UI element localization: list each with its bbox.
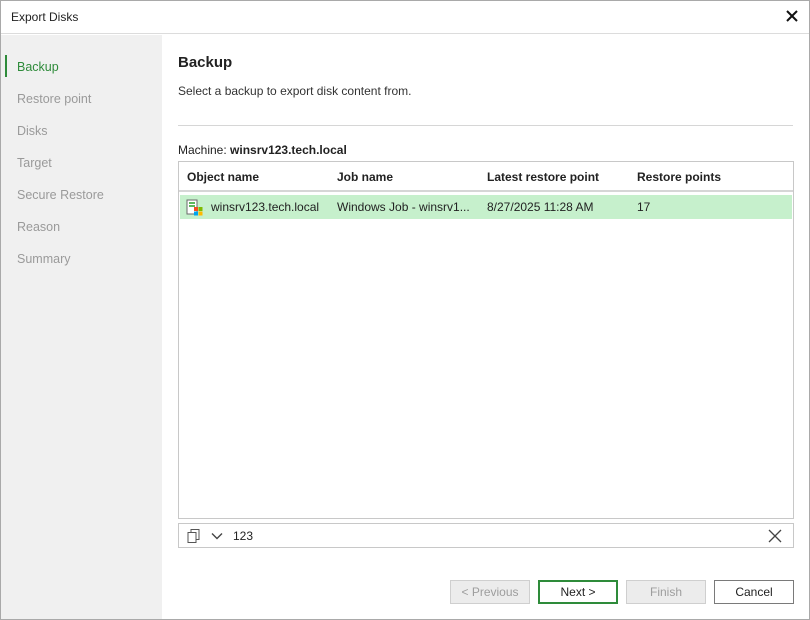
active-step-marker xyxy=(5,55,7,77)
column-restore-points[interactable]: Restore points xyxy=(637,170,721,184)
column-job-name[interactable]: Job name xyxy=(337,170,393,184)
table-header: Object name Job name Latest restore poin… xyxy=(179,162,793,192)
machine-value: winsrv123.tech.local xyxy=(230,143,347,157)
search-filter-bar: 123 xyxy=(178,523,794,548)
chevron-down-icon[interactable] xyxy=(209,528,225,544)
cell-job-name: Windows Job - winsrv1... xyxy=(337,200,470,214)
close-icon[interactable] xyxy=(783,7,801,25)
wizard-steps-sidebar: Backup Restore point Disks Target Secure… xyxy=(1,35,162,619)
backups-table: Object name Job name Latest restore poin… xyxy=(178,161,794,519)
column-object-name[interactable]: Object name xyxy=(187,170,259,184)
filter-scope-icon[interactable] xyxy=(186,528,202,544)
divider xyxy=(178,125,793,126)
step-summary[interactable]: Summary xyxy=(17,252,70,266)
export-disks-window: Export Disks Backup Restore point Disks … xyxy=(0,0,810,620)
previous-button[interactable]: < Previous xyxy=(450,580,530,604)
step-backup[interactable]: Backup xyxy=(17,60,59,74)
cell-restore-points: 17 xyxy=(637,200,651,214)
machine-line: Machine: winsrv123.tech.local xyxy=(178,143,347,157)
table-row[interactable]: winsrv123.tech.local Windows Job - winsr… xyxy=(180,195,792,219)
page-title: Backup xyxy=(178,54,233,71)
step-secure-restore[interactable]: Secure Restore xyxy=(17,188,104,202)
step-disks[interactable]: Disks xyxy=(17,124,48,138)
column-latest-restore-point[interactable]: Latest restore point xyxy=(487,170,599,184)
cell-object-name: winsrv123.tech.local xyxy=(211,200,320,214)
main-content: Backup Select a backup to export disk co… xyxy=(162,35,809,619)
finish-button[interactable]: Finish xyxy=(626,580,706,604)
page-subtitle: Select a backup to export disk content f… xyxy=(178,84,412,98)
clear-search-icon[interactable] xyxy=(767,528,783,544)
search-input[interactable]: 123 xyxy=(233,529,253,543)
cell-latest-restore-point: 8/27/2025 11:28 AM xyxy=(487,200,594,214)
title-bar: Export Disks xyxy=(1,1,809,34)
cancel-button[interactable]: Cancel xyxy=(714,580,794,604)
next-button[interactable]: Next > xyxy=(538,580,618,604)
step-target[interactable]: Target xyxy=(17,156,52,170)
machine-label: Machine: xyxy=(178,143,227,157)
windows-server-icon xyxy=(186,199,203,216)
step-restore-point[interactable]: Restore point xyxy=(17,92,91,106)
window-title: Export Disks xyxy=(11,10,79,24)
step-reason[interactable]: Reason xyxy=(17,220,60,234)
